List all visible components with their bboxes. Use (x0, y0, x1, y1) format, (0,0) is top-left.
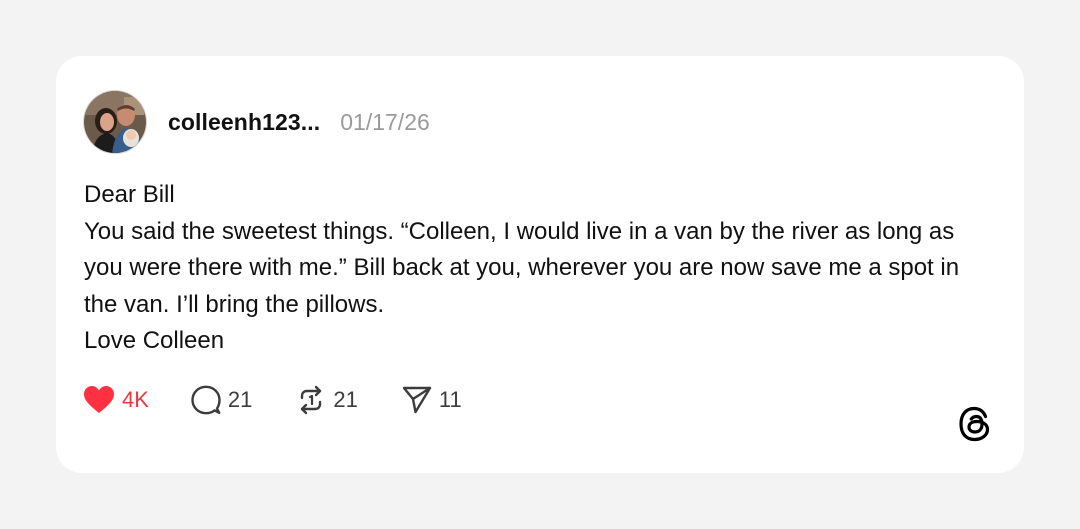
share-count: 11 (438, 387, 462, 412)
reply-button[interactable]: 21 (191, 385, 252, 415)
post-card: colleenh123... 01/17/26 Dear Bill You sa… (56, 56, 1024, 473)
action-bar: 4K 21 21 11 (83, 383, 462, 417)
post-date: 01/17/26 (340, 108, 430, 135)
heart-icon (84, 386, 114, 413)
repost-button[interactable]: 21 (296, 385, 358, 415)
post-line-greeting: Dear Bill (84, 181, 175, 208)
comment-icon (191, 385, 221, 415)
like-count: 4K (122, 387, 149, 412)
repost-count: 21 (333, 387, 358, 412)
username[interactable]: colleenh123... (168, 109, 320, 136)
post-body: Dear Bill You said the sweetest things. … (84, 177, 999, 360)
repost-icon (301, 385, 322, 415)
threads-icon (959, 406, 990, 442)
avatar-photo (84, 91, 146, 153)
post-header: colleenh123... 01/17/26 (83, 89, 430, 155)
share-button[interactable]: 11 (402, 385, 462, 415)
post-line-message: You said the sweetest things. “Colleen, … (84, 217, 960, 318)
threads-logo-icon[interactable] (955, 404, 995, 444)
like-button[interactable]: 4K (83, 385, 149, 415)
send-icon (402, 386, 432, 414)
avatar[interactable] (83, 90, 147, 154)
reply-count: 21 (227, 387, 253, 412)
post-line-signoff: Love Colleen (84, 327, 225, 354)
